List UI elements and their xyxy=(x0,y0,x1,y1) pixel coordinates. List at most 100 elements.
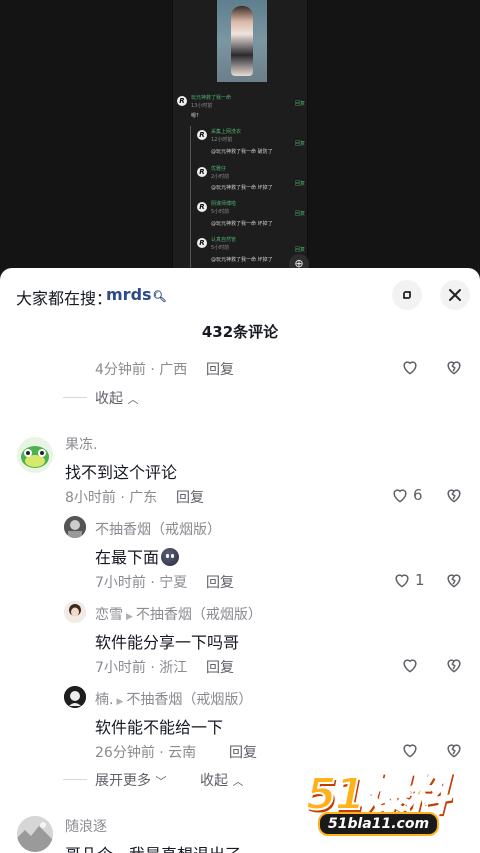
mini-time: 12小时前 xyxy=(211,137,233,143)
mini-avatar: R xyxy=(197,238,207,248)
heart-icon xyxy=(395,574,409,588)
search-icon: 🔍︎ xyxy=(152,290,167,303)
collapse-replies-button[interactable]: 收起 ︿ xyxy=(95,388,138,408)
dislike-button[interactable] xyxy=(444,357,464,377)
mini-reply: 回复 xyxy=(295,211,306,217)
reply-button[interactable]: 回复 xyxy=(176,487,204,507)
reply-button[interactable]: 回复 xyxy=(206,657,234,677)
comment-text: 哥几个，我是真想退出了 xyxy=(65,841,241,853)
play-arrow-icon: ▶ xyxy=(126,612,133,622)
watermark-logo: 51爆料 51bla11.com xyxy=(300,756,470,842)
dislike-button[interactable] xyxy=(444,655,464,675)
search-suggestion-label: 大家都在搜： xyxy=(16,289,113,308)
reply-author: 恋雪 ▶ 不抽香烟（戒烟版） xyxy=(95,604,262,624)
reply-text: 软件能分享一下吗哥 xyxy=(95,633,240,652)
mini-avatar: R xyxy=(197,167,207,177)
avatar[interactable] xyxy=(64,601,86,623)
reply-text: 在最下面 xyxy=(95,544,180,568)
dislike-button[interactable] xyxy=(444,485,464,505)
mini-reply: 回复 xyxy=(295,247,306,253)
reply-meta: 7小时前 · 浙江 xyxy=(95,660,188,676)
chevron-up-icon: ︿ xyxy=(232,775,244,788)
comment-text: 找不到这个评论 xyxy=(65,463,178,482)
reply-to-name[interactable]: 不抽香烟（戒烟版） xyxy=(136,607,262,623)
search-suggestion-term[interactable]: mrds🔍︎ xyxy=(106,285,167,304)
watermark-site: 51bla11.com xyxy=(318,812,440,836)
broken-heart-icon xyxy=(447,574,461,588)
mini-time: 5小时前 xyxy=(211,209,230,215)
comment-count: 432条评论 xyxy=(201,323,279,341)
like-button[interactable] xyxy=(400,655,420,675)
like-button[interactable]: 1 xyxy=(392,570,425,590)
divider xyxy=(63,397,87,398)
dislike-button[interactable] xyxy=(444,570,464,590)
reply-author[interactable]: 不抽香烟（戒烟版） xyxy=(95,519,221,539)
expand-more-button[interactable]: 展开更多 ﹀ xyxy=(95,770,166,790)
like-button[interactable]: 6 xyxy=(390,485,423,505)
reply-to-name[interactable]: 不抽香烟（戒烟版） xyxy=(126,692,252,708)
mini-name: 采集上网洗衣 xyxy=(211,129,242,135)
collapse-label[interactable]: 收起 xyxy=(200,773,228,789)
avatar[interactable] xyxy=(17,437,53,473)
video-frame: R 玩元神救了我一命 13小时前 嗯? 回复 R 采集上网洗衣 12小时前 @玩… xyxy=(172,0,308,270)
avatar[interactable] xyxy=(64,516,86,538)
reply-text: 软件能不能给一下 xyxy=(95,718,224,737)
broken-heart-icon xyxy=(447,489,461,503)
heart-icon xyxy=(403,659,417,673)
video-thumbnail xyxy=(217,0,267,82)
avatar[interactable] xyxy=(64,686,86,708)
close-icon[interactable] xyxy=(440,280,470,310)
mini-avatar: R xyxy=(197,202,207,212)
video-area[interactable]: R 玩元神救了我一命 13小时前 嗯? 回复 R 采集上网洗衣 12小时前 @玩… xyxy=(0,0,480,274)
expand-icon[interactable] xyxy=(392,280,422,310)
broken-heart-icon xyxy=(447,361,461,375)
mini-avatar: R xyxy=(177,96,187,106)
mini-name: 玩元神救了我一命 xyxy=(191,95,232,101)
reply-meta: 26分钟前 · 云南 xyxy=(95,745,197,761)
reply-button[interactable]: 回复 xyxy=(206,572,234,592)
mini-time: 13小时前 xyxy=(191,103,213,109)
heart-icon xyxy=(403,361,417,375)
chevron-up-icon: ︿ xyxy=(127,393,139,406)
collapse-button[interactable]: 收起 ︿ xyxy=(200,770,243,790)
mini-text: @玩元神救了我一命 坏掉了 xyxy=(211,221,273,227)
mini-name: 优雅仔 xyxy=(211,166,227,172)
reply-author: 楠. ▶ 不抽香烟（戒烟版） xyxy=(95,689,252,709)
play-arrow-icon: ▶ xyxy=(116,697,124,707)
like-count: 6 xyxy=(413,486,423,504)
emoji-icon xyxy=(161,548,180,566)
heart-icon xyxy=(393,489,407,503)
mini-reply: 回复 xyxy=(295,141,306,147)
avatar[interactable] xyxy=(17,816,53,852)
person-figure xyxy=(231,6,253,76)
mini-text: @玩元神救了我一命 破防了 xyxy=(211,149,273,155)
mini-text: @玩元神救了我一命 坏掉了 xyxy=(211,257,273,263)
mini-reply: 回复 xyxy=(295,101,306,107)
mini-avatar: R xyxy=(197,130,207,140)
reply-author-name[interactable]: 恋雪 xyxy=(95,607,123,623)
comment-meta: 4分钟前 · 广西 xyxy=(95,362,188,378)
comment-meta: 8小时前 · 广东 xyxy=(65,490,158,506)
reply-button[interactable]: 回复 xyxy=(229,742,257,762)
mini-reply: 回复 xyxy=(295,181,306,187)
mini-time: 5小时前 xyxy=(211,245,230,251)
mini-text: @玩元神救了我一命 坏掉了 xyxy=(211,185,273,191)
divider xyxy=(63,779,87,780)
like-button[interactable] xyxy=(400,357,420,377)
reply-author-name[interactable]: 楠. xyxy=(95,692,113,708)
comment-author[interactable]: 随浪逐 xyxy=(65,816,107,836)
reply-meta: 7小时前 · 宁夏 xyxy=(95,575,188,591)
mini-time: 2小时前 xyxy=(211,174,230,180)
like-count: 1 xyxy=(415,571,425,589)
reply-button[interactable]: 回复 xyxy=(206,359,234,379)
chevron-down-icon: ﹀ xyxy=(155,775,167,788)
mini-text: 嗯? xyxy=(191,113,199,119)
comment-author[interactable]: 果冻. xyxy=(65,434,97,454)
mini-name: 阴谋师傅啦 xyxy=(211,201,237,207)
collapse-label[interactable]: 收起 xyxy=(95,391,123,407)
search-term-text[interactable]: mrds xyxy=(106,285,152,304)
reply-text-content: 在最下面 xyxy=(95,548,160,567)
expand-more-label[interactable]: 展开更多 xyxy=(95,773,151,789)
mini-name: 认真自然管 xyxy=(211,237,237,243)
mini-thread-line xyxy=(190,126,191,270)
